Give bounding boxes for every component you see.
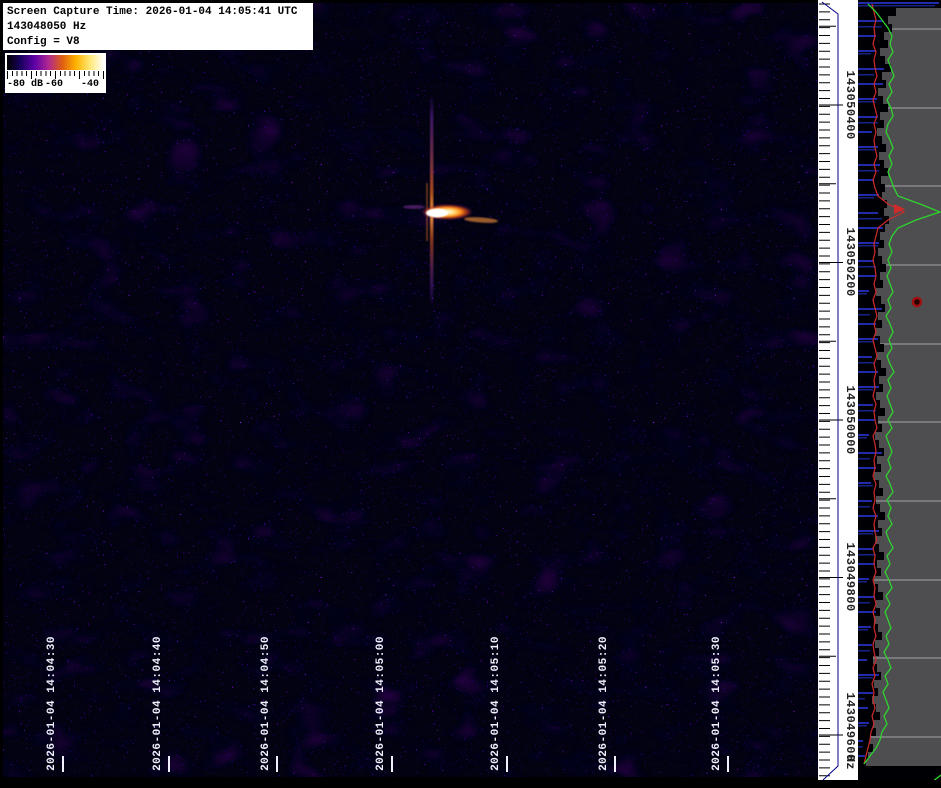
spectrum-analyzer-panel [858,0,941,783]
freq-axis-label: 143049800 [843,542,857,611]
time-tick [506,756,508,772]
capture-info-box: Screen Capture Time: 2026-01-04 14:05:41… [3,3,313,50]
config-text: Config = V8 [7,35,309,50]
freq-unit-label: Hz [843,755,857,769]
freq-axis-label: 143050200 [843,227,857,296]
time-axis-label: 2026-01-04 14:04:40 [152,636,167,771]
echo-blob [403,204,498,224]
time-tick [168,756,170,772]
freq-axis-label: 143049600 [843,692,857,761]
color-gradient-bar [7,55,104,70]
color-scale-legend: -80 dB -60 -40 [5,53,106,93]
time-axis-label: 2026-01-04 14:05:00 [375,636,390,771]
time-tick [276,756,278,772]
center-frequency-text: 143048050 Hz [7,20,309,35]
freq-axis-label: 143050400 [843,70,857,139]
frequency-axis: 143050400 143050200 143050000 143049800 … [818,0,858,780]
time-axis-label: 2026-01-04 14:05:30 [711,636,726,771]
time-tick [391,756,393,772]
time-tick [614,756,616,772]
spectrum-plot [858,0,941,783]
colorbar-label-max: -40 [81,79,99,90]
colorbar-label-mid: -60 [45,79,63,90]
meteor-echo-signal [3,3,818,777]
capture-time-text: Screen Capture Time: 2026-01-04 14:05:41… [7,5,309,20]
time-axis-label: 2026-01-04 14:04:30 [46,636,61,771]
time-tick [62,756,64,772]
echo-ringing-streak [426,95,433,307]
time-axis-label: 2026-01-04 14:04:50 [260,636,275,771]
color-scale-ticks [7,71,104,79]
colorbar-label-min: -80 dB [7,79,43,90]
freq-axis-label: 143050000 [843,385,857,454]
waterfall-display: Screen Capture Time: 2026-01-04 14:05:41… [3,3,818,777]
time-axis-label: 2026-01-04 14:05:10 [490,636,505,771]
time-tick [727,756,729,772]
time-axis-label: 2026-01-04 14:05:20 [598,636,613,771]
